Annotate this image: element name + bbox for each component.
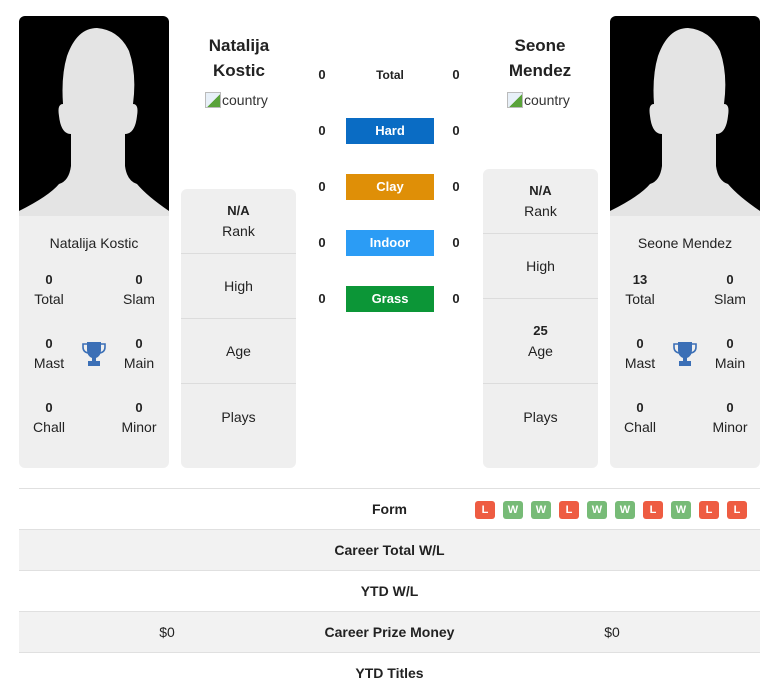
comparison-label: Career Total W/L bbox=[334, 542, 445, 558]
h2h-left-value: 0 bbox=[318, 179, 326, 194]
trophy-icon bbox=[82, 342, 106, 366]
h2h-left-value: 0 bbox=[318, 235, 326, 250]
player-right-card: Seone Mendez 13 Total 0 Slam 0 Mast 0 Main 0… bbox=[610, 16, 760, 468]
comparison-left-value: $0 bbox=[159, 624, 175, 640]
broken-image-icon bbox=[507, 92, 523, 108]
form-win-badge: W bbox=[615, 501, 635, 519]
h2h-row-clay: 0 Clay 0 bbox=[310, 174, 470, 200]
h2h-left-value: 0 bbox=[318, 291, 326, 306]
player-left-info: N/A Rank High Age Plays bbox=[181, 189, 296, 468]
player-right-info: N/A Rank High 25 Age Plays bbox=[483, 169, 598, 468]
form-badges: LWWLWWLWLL bbox=[475, 501, 747, 519]
h2h-right-value: 0 bbox=[452, 291, 460, 306]
info-high: High bbox=[181, 254, 296, 319]
form-row: Form LWWLWWLWLL bbox=[19, 488, 760, 529]
h2h-right-value: 0 bbox=[452, 123, 460, 138]
comparison-label: YTD Titles bbox=[355, 665, 424, 681]
h2h-row-indoor: 0 Indoor 0 bbox=[310, 230, 470, 256]
surface-badge-indoor: Indoor bbox=[346, 230, 434, 256]
comparison-label: Career Prize Money bbox=[324, 624, 455, 640]
surface-badge-hard: Hard bbox=[346, 118, 434, 144]
titles-main: 0 Main bbox=[714, 336, 746, 371]
titles-mast: 0 Mast bbox=[624, 336, 656, 371]
form-win-badge: W bbox=[671, 501, 691, 519]
player-left-photo bbox=[19, 16, 169, 216]
trophy-icon bbox=[673, 342, 697, 366]
form-loss-badge: L bbox=[699, 501, 719, 519]
h2h-left-value: 0 bbox=[318, 123, 326, 138]
player-right-card-name: Seone Mendez bbox=[637, 235, 733, 251]
info-age: 25 Age bbox=[483, 299, 598, 384]
comparison-row: Career Total W/L bbox=[19, 529, 760, 570]
form-label: Form bbox=[372, 501, 407, 517]
player-left-name-link[interactable]: Natalija Kostic bbox=[181, 33, 297, 83]
h2h-row-grass: 0 Grass 0 bbox=[310, 286, 470, 312]
comparison-label: YTD W/L bbox=[360, 583, 419, 599]
comparison-row: $0 Career Prize Money $0 bbox=[19, 611, 760, 652]
comparison-table: Form LWWLWWLWLL Career Total W/L YTD W/L $… bbox=[19, 488, 760, 693]
titles-chall: 0 Chall bbox=[624, 400, 656, 435]
form-loss-badge: L bbox=[475, 501, 495, 519]
form-loss-badge: L bbox=[643, 501, 663, 519]
broken-image-icon bbox=[205, 92, 221, 108]
form-loss-badge: L bbox=[727, 501, 747, 519]
titles-total: 13 Total bbox=[625, 272, 655, 307]
titles-main: 0 Main bbox=[123, 336, 155, 371]
titles-minor: 0 Minor bbox=[712, 400, 748, 435]
form-win-badge: W bbox=[503, 501, 523, 519]
info-rank: N/A Rank bbox=[483, 169, 598, 234]
avatar-silhouette-icon bbox=[610, 28, 760, 216]
player-left-country-flag: country bbox=[205, 92, 268, 108]
info-rank: N/A Rank bbox=[181, 189, 296, 254]
h2h-row-hard: 0 Hard 0 bbox=[310, 118, 470, 144]
h2h-right-value: 0 bbox=[452, 67, 460, 82]
h2h-row-total: 0 Total 0 bbox=[310, 62, 470, 88]
titles-slam: 0 Slam bbox=[123, 272, 155, 307]
info-plays: Plays bbox=[221, 408, 256, 425]
player-right-photo bbox=[610, 16, 760, 216]
titles-mast: 0 Mast bbox=[33, 336, 65, 371]
form-win-badge: W bbox=[531, 501, 551, 519]
avatar-silhouette-icon bbox=[19, 28, 169, 216]
form-win-badge: W bbox=[587, 501, 607, 519]
surface-badge-grass: Grass bbox=[346, 286, 434, 312]
surface-badge-clay: Clay bbox=[346, 174, 434, 200]
comparison-row: YTD Titles bbox=[19, 652, 760, 693]
titles-total: 0 Total bbox=[34, 272, 64, 307]
player-right-name-link[interactable]: Seone Mendez bbox=[482, 33, 598, 83]
surface-badge-total: Total bbox=[376, 68, 404, 82]
h2h-left-value: 0 bbox=[318, 67, 326, 82]
info-age: Age bbox=[181, 319, 296, 384]
info-high: High bbox=[483, 234, 598, 299]
info-plays: Plays bbox=[523, 408, 558, 425]
h2h-right-value: 0 bbox=[452, 235, 460, 250]
titles-chall: 0 Chall bbox=[33, 400, 65, 435]
player-left-card: Natalija Kostic 0 Total 0 Slam 0 Mast 0 Main… bbox=[19, 16, 169, 468]
player-right-country-flag: country bbox=[507, 92, 570, 108]
form-loss-badge: L bbox=[559, 501, 579, 519]
titles-minor: 0 Minor bbox=[121, 400, 157, 435]
comparison-right-value: $0 bbox=[604, 624, 620, 640]
comparison-row: YTD W/L bbox=[19, 570, 760, 611]
titles-slam: 0 Slam bbox=[714, 272, 746, 307]
h2h-right-value: 0 bbox=[452, 179, 460, 194]
player-left-card-name: Natalija Kostic bbox=[49, 235, 139, 251]
